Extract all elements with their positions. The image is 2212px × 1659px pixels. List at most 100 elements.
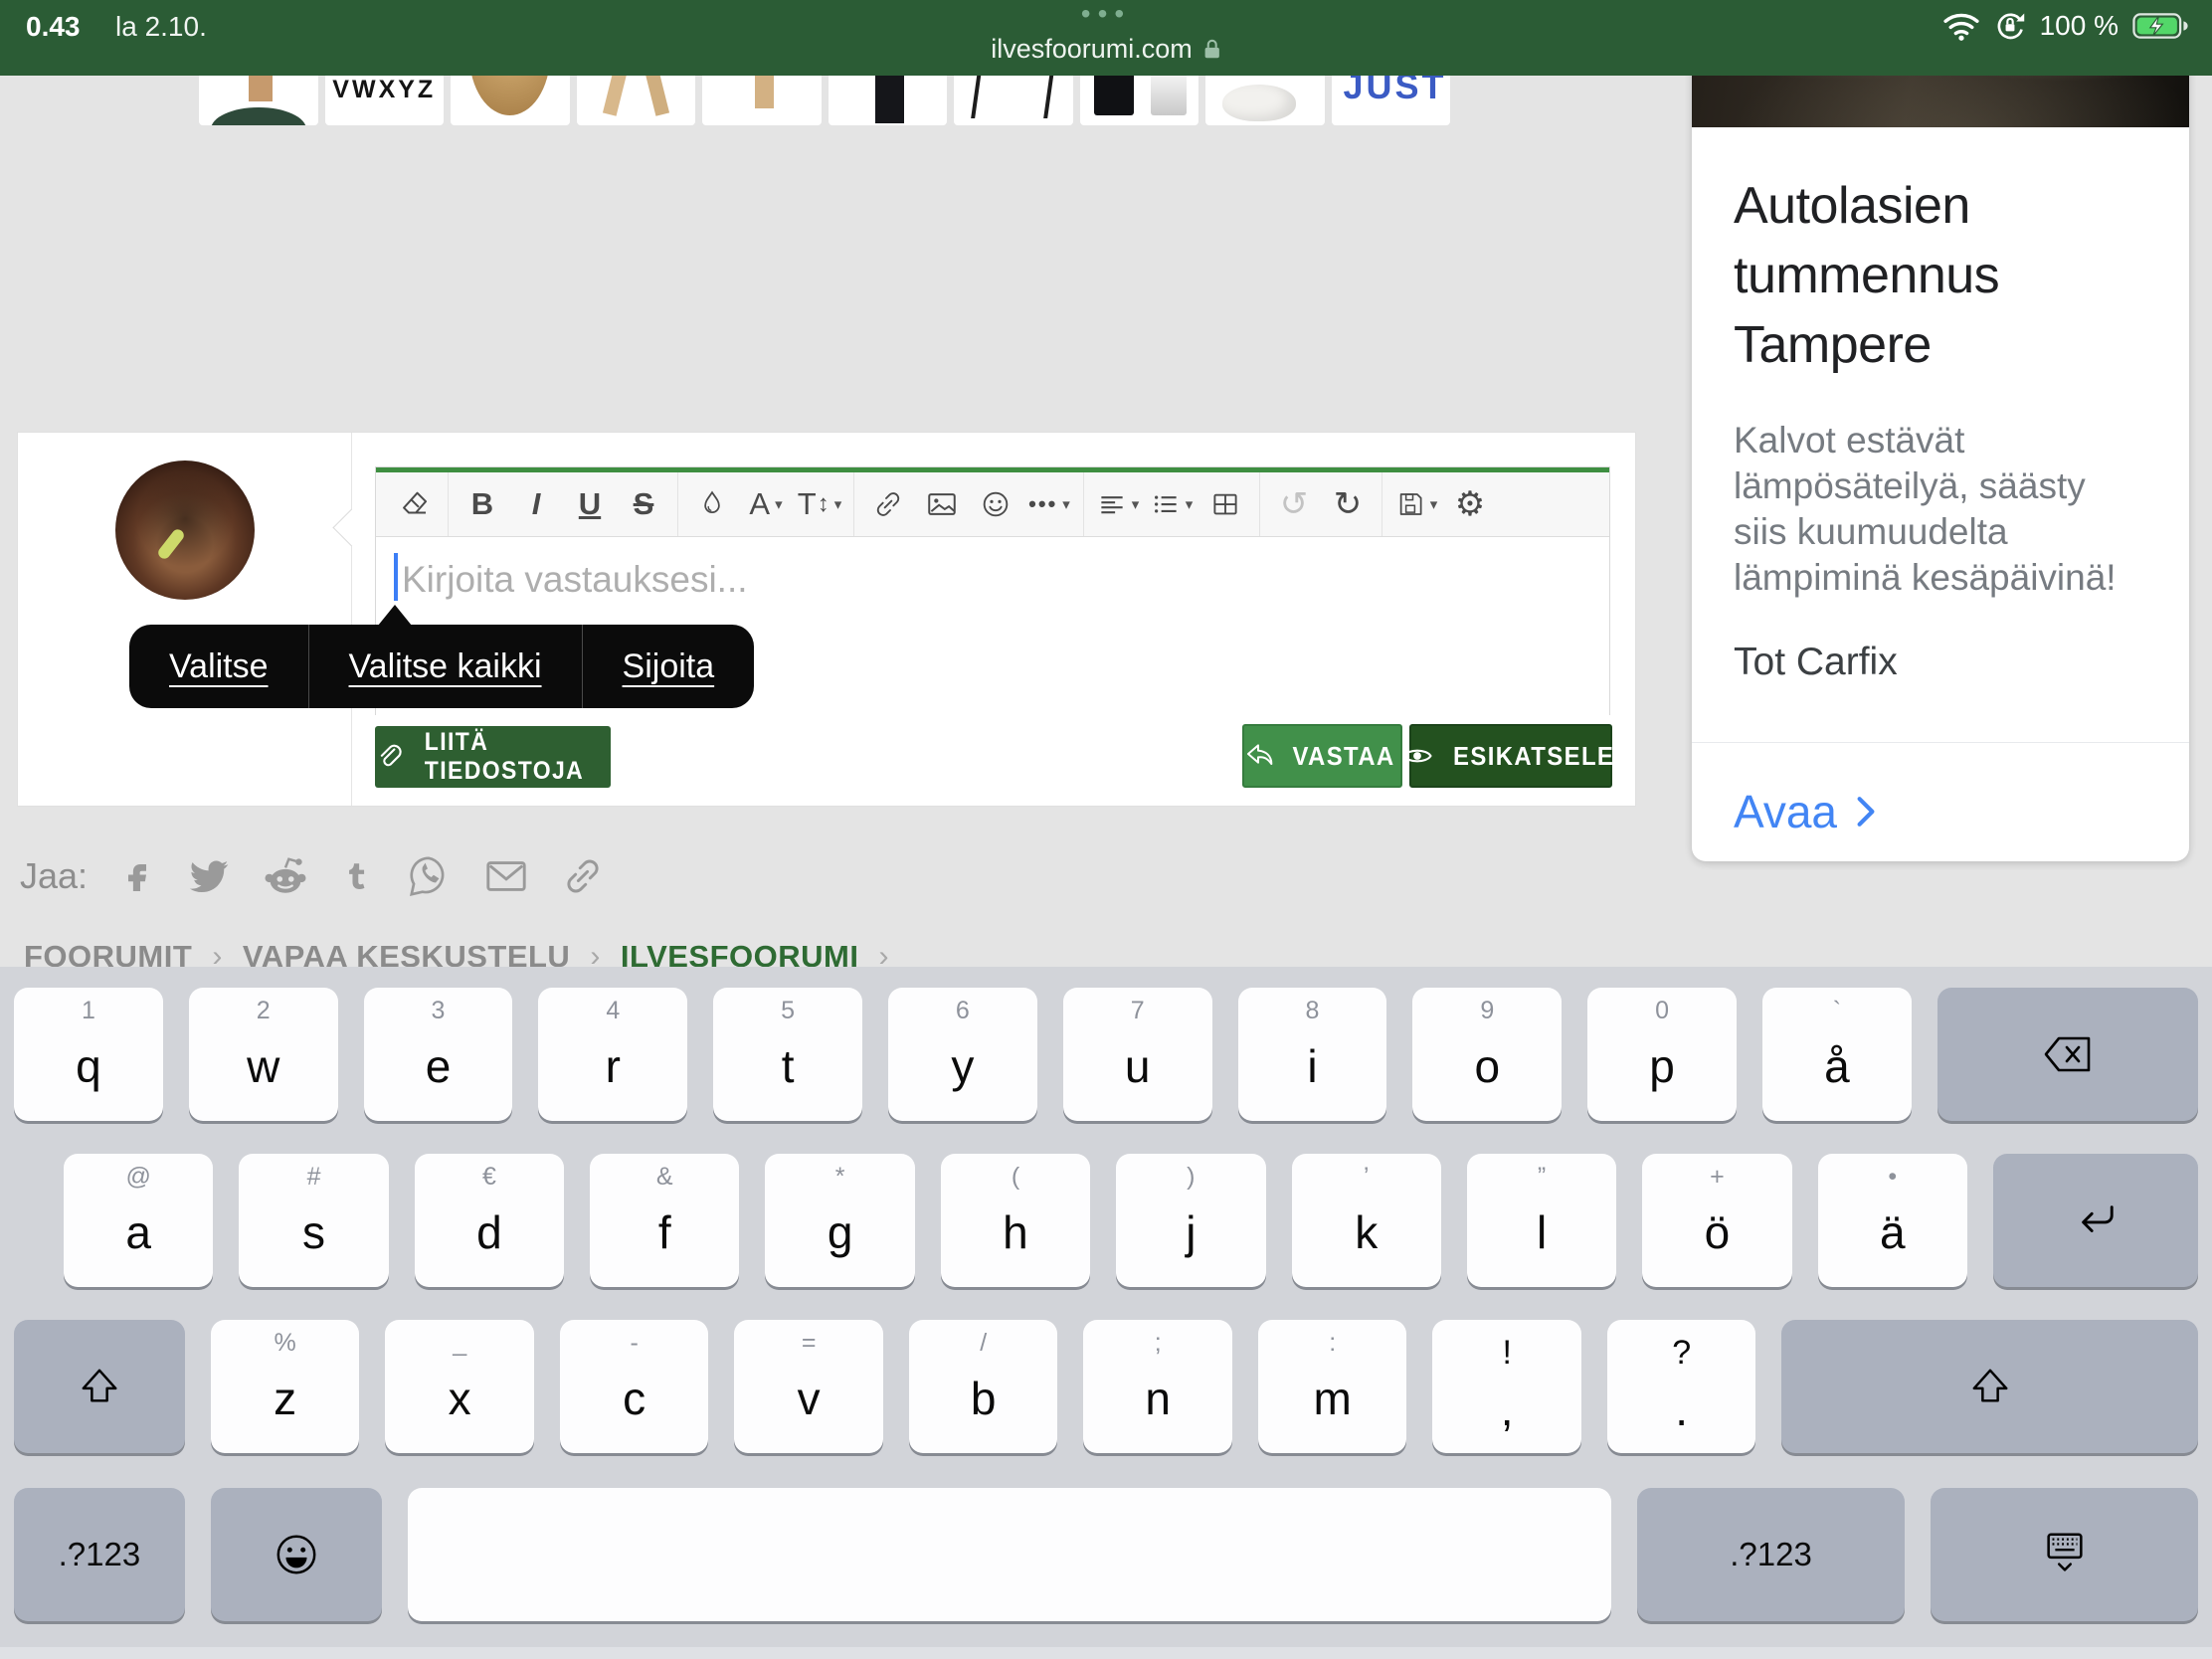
key-x[interactable]: _x [385, 1320, 534, 1453]
bold-button[interactable]: B [457, 481, 508, 527]
ipad-screen: 0.43 la 2.10. ••• ilvesfoorumi.com 100 %… [0, 0, 2212, 1659]
product-thumb-wood-chair[interactable] [577, 76, 696, 125]
key-g[interactable]: *g [765, 1154, 914, 1287]
underline-button[interactable]: U [564, 481, 616, 527]
key-j[interactable]: )j [1116, 1154, 1265, 1287]
product-thumb-cat-tree[interactable] [199, 76, 318, 125]
keyboard-row-4: .?123 .?123 [14, 1488, 2198, 1621]
key-v[interactable]: =v [734, 1320, 883, 1453]
strikethrough-button[interactable]: S [618, 481, 669, 527]
product-thumb-vases[interactable] [1080, 76, 1199, 125]
settings-button[interactable]: ⚙ [1444, 481, 1496, 527]
return-key[interactable] [1993, 1154, 2198, 1287]
unordered-list-button[interactable]: ▾ [1146, 481, 1198, 527]
key-p[interactable]: 0p [1587, 988, 1737, 1121]
context-menu-item-sijoita[interactable]: Sijoita [583, 625, 755, 708]
ad-advertiser: Tot Carfix [1734, 641, 2147, 684]
key-i[interactable]: 8i [1238, 988, 1387, 1121]
key-e[interactable]: 3e [364, 988, 513, 1121]
insert-link-button[interactable] [862, 481, 914, 527]
share-link-chain-icon[interactable] [561, 854, 605, 898]
key-c[interactable]: -c [560, 1320, 709, 1453]
key-ö[interactable]: +ö [1642, 1154, 1791, 1287]
share-tumblr-icon[interactable] [340, 856, 374, 896]
key-u[interactable]: 7u [1063, 988, 1212, 1121]
key-r[interactable]: 4r [538, 988, 687, 1121]
wifi-icon [1942, 11, 1980, 41]
more-options-button[interactable]: •••▾ [1023, 481, 1075, 527]
emoji-key[interactable] [211, 1488, 382, 1621]
speech-pointer [332, 508, 370, 546]
share-whatsapp-icon[interactable] [406, 853, 452, 899]
save-draft-button[interactable]: ▾ [1390, 481, 1442, 527]
key-å[interactable]: `å [1762, 988, 1912, 1121]
key-a[interactable]: @a [64, 1154, 213, 1287]
key-alt-label: ) [1116, 1165, 1265, 1190]
undo-button[interactable]: ↺ [1268, 481, 1320, 527]
product-thumb-rattan-lamp[interactable] [451, 76, 570, 125]
share-reddit-icon[interactable] [263, 853, 308, 899]
redo-button[interactable]: ↻ [1322, 481, 1374, 527]
text-color-button[interactable] [686, 481, 738, 527]
toolbar-group: BIUS [449, 472, 678, 536]
key-ä[interactable]: •ä [1818, 1154, 1967, 1287]
key-main-label: q [76, 1043, 101, 1089]
key-l[interactable]: ”l [1467, 1154, 1616, 1287]
product-link-fragment[interactable]: JUST [1332, 76, 1451, 125]
key-q[interactable]: 1q [14, 988, 163, 1121]
key-m[interactable]: :m [1258, 1320, 1407, 1453]
product-thumb-black-pole[interactable] [829, 76, 948, 125]
remove-format-button[interactable] [388, 481, 440, 527]
shift-left-key[interactable] [14, 1320, 185, 1453]
ad-open-link[interactable]: Avaa [1692, 785, 2189, 838]
key-.[interactable]: ?. [1607, 1320, 1756, 1453]
user-avatar[interactable] [115, 461, 255, 600]
product-thumb-poster[interactable]: VWXYZ [325, 76, 445, 125]
address-bar[interactable]: ilvesfoorumi.com [991, 34, 1221, 65]
key-f[interactable]: &f [590, 1154, 739, 1287]
key-main-label: a [125, 1209, 151, 1255]
numbers-key-right[interactable]: .?123 [1637, 1488, 1905, 1621]
ad-card[interactable]: Autolasien tummennus Tampere Kalvot estä… [1692, 0, 2189, 861]
key-h[interactable]: (h [941, 1154, 1090, 1287]
font-size-button[interactable]: T↕▾ [794, 481, 845, 527]
product-thumb-black-chair[interactable] [954, 76, 1073, 125]
share-twitter-icon[interactable] [187, 854, 231, 898]
key-w[interactable]: 2w [189, 988, 338, 1121]
key-s[interactable]: #s [239, 1154, 388, 1287]
product-thumb-white-cup[interactable] [1205, 76, 1325, 125]
space-key[interactable] [408, 1488, 1611, 1621]
dismiss-keyboard-key[interactable] [1931, 1488, 2198, 1621]
key-t[interactable]: 5t [713, 988, 862, 1121]
numbers-key-left[interactable]: .?123 [14, 1488, 185, 1621]
product-thumb-wood-pole[interactable] [702, 76, 822, 125]
share-facebook-icon[interactable] [119, 856, 155, 896]
tab-dots-indicator: ••• [1081, 0, 1131, 28]
safari-status-bar: 0.43 la 2.10. ••• ilvesfoorumi.com 100 % [0, 0, 2212, 76]
key-o[interactable]: 9o [1412, 988, 1562, 1121]
key-n[interactable]: ;n [1083, 1320, 1232, 1453]
preview-button[interactable]: ESIKATSELE [1409, 724, 1612, 788]
key-main-label: ä [1880, 1209, 1906, 1255]
attach-files-button[interactable]: LIITÄ TIEDOSTOJA [375, 726, 611, 788]
key-main-label: c [623, 1376, 645, 1421]
share-envelope-icon[interactable] [483, 853, 529, 899]
key-b[interactable]: /b [909, 1320, 1058, 1453]
align-button[interactable]: ▾ [1092, 481, 1144, 527]
toolbar-group: •••▾ [854, 472, 1084, 536]
shift-right-key[interactable] [1781, 1320, 2198, 1453]
insert-table-button[interactable] [1199, 481, 1251, 527]
context-menu-item-valitse[interactable]: Valitse [129, 625, 308, 708]
key-,[interactable]: !, [1432, 1320, 1581, 1453]
insert-image-button[interactable] [916, 481, 968, 527]
key-k[interactable]: ’k [1292, 1154, 1441, 1287]
context-menu-item-valitse-kaikki[interactable]: Valitse kaikki [309, 625, 582, 708]
backspace-key[interactable] [1937, 988, 2198, 1121]
reply-button[interactable]: VASTAA [1242, 724, 1402, 788]
key-y[interactable]: 6y [888, 988, 1037, 1121]
font-family-button[interactable]: A▾ [740, 481, 792, 527]
key-d[interactable]: €d [415, 1154, 564, 1287]
italic-button[interactable]: I [510, 481, 562, 527]
key-z[interactable]: %z [211, 1320, 360, 1453]
insert-emoji-button[interactable] [970, 481, 1021, 527]
